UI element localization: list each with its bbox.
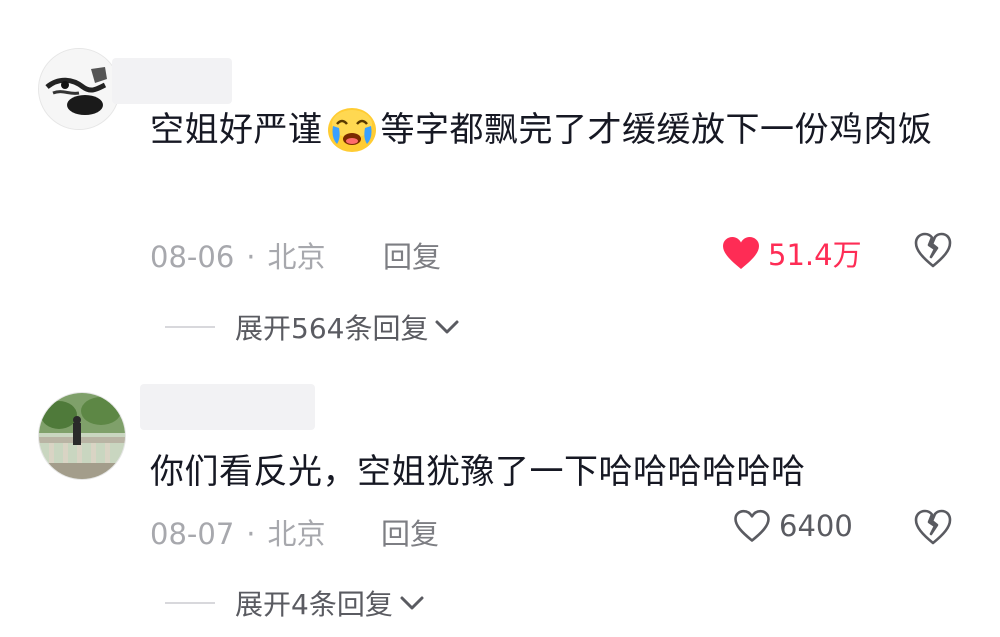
comment-meta: 08-07 · 北京 [150, 511, 326, 553]
broken-heart-icon [914, 509, 952, 545]
comment-location: 北京 [267, 240, 326, 274]
chevron-down-icon [435, 320, 459, 334]
divider-line [165, 326, 215, 328]
expand-replies-label: 展开564条回复 [235, 312, 429, 345]
heart-filled-icon [723, 237, 759, 269]
expand-replies-label: 展开4条回复 [235, 588, 393, 621]
avatar[interactable] [38, 48, 120, 130]
like-button[interactable]: 51.4万 [722, 232, 862, 274]
comment-item: 空姐好严谨 等字都飘完了才缓缓放下一份鸡肉饭 08-06 · 北京 回复 51.4万… [0, 0, 1000, 370]
comment-meta: 08-06 · 北京 [150, 234, 326, 276]
dislike-button[interactable] [914, 509, 952, 549]
expand-replies-button[interactable]: 展开4条回复 [165, 583, 425, 623]
comment-text: 你们看反光，空姐犹豫了一下哈哈哈哈哈哈 [150, 452, 806, 492]
username-blurred[interactable] [140, 384, 315, 430]
divider-line [165, 602, 215, 604]
reply-button[interactable]: 回复 [381, 511, 439, 553]
comment-location: 北京 [267, 517, 326, 551]
separator: · [246, 517, 256, 551]
like-button[interactable]: 6400 [733, 509, 853, 543]
comment-text: 空姐好严谨 等字都飘完了才缓缓放下一份鸡肉饭 [150, 98, 950, 162]
heart-outline-icon [734, 509, 770, 542]
comment-date: 08-07 [150, 517, 235, 551]
like-count: 51.4万 [768, 238, 862, 272]
dislike-button[interactable] [914, 232, 952, 272]
broken-heart-icon [914, 232, 952, 268]
reply-button[interactable]: 回复 [383, 234, 441, 276]
avatar[interactable] [38, 392, 126, 480]
chevron-down-icon [400, 596, 424, 610]
separator: · [246, 240, 256, 274]
like-count: 6400 [779, 509, 853, 543]
expand-replies-button[interactable]: 展开564条回复 [165, 307, 460, 347]
crying-face-emoji [325, 102, 379, 154]
comment-date: 08-06 [150, 240, 235, 274]
